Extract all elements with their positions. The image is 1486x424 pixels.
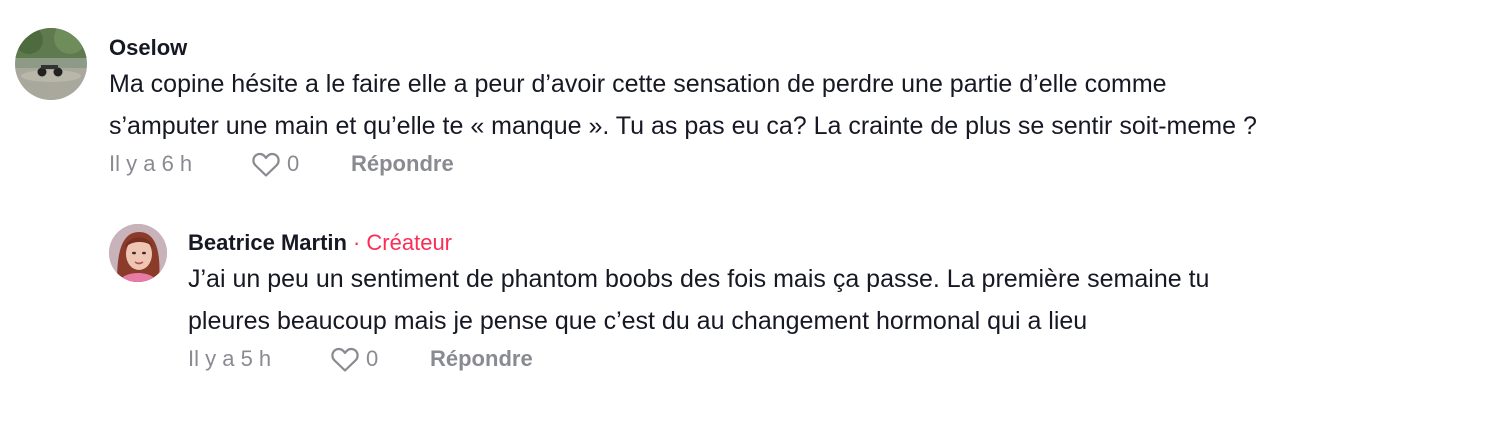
reply-item: Beatrice Martin · Créateur J’ai un peu un…	[109, 224, 1209, 376]
avatar-image	[109, 224, 167, 282]
like-count: 0	[287, 151, 300, 176]
comment-time: Il y a 5 h	[188, 346, 272, 371]
avatar[interactable]	[109, 224, 167, 282]
comment-body: Oselow Ma copine hésite a le faire elle …	[109, 35, 1257, 181]
username[interactable]: Beatrice Martin	[188, 230, 347, 255]
comment-header: Oselow	[109, 35, 1257, 61]
comment-time: Il y a 6 h	[109, 151, 193, 176]
comment-text: Ma copine hésite a le faire elle a peur …	[109, 70, 1257, 140]
comment-header: Beatrice Martin · Créateur	[188, 230, 1209, 256]
like-button[interactable]: 0	[330, 345, 430, 373]
comment-body: Beatrice Martin · Créateur J’ai un peu un…	[188, 230, 1209, 376]
separator-dot: ·	[352, 230, 361, 255]
like-button[interactable]: 0	[251, 150, 351, 178]
comment-meta: Il y a 5 h 0 Répondre	[188, 342, 1209, 376]
reply-button[interactable]: Répondre	[430, 346, 533, 372]
reply-button[interactable]: Répondre	[351, 151, 454, 177]
comment-meta: Il y a 6 h 0 Répondre	[109, 147, 1257, 181]
avatar[interactable]	[15, 28, 87, 100]
creator-badge: Créateur	[366, 230, 452, 255]
heart-outline-icon	[331, 347, 359, 372]
comment-item: Oselow Ma copine hésite a le faire elle …	[15, 28, 1257, 181]
heart-outline-icon	[252, 152, 280, 177]
username[interactable]: Oselow	[109, 35, 187, 60]
avatar-image	[15, 28, 87, 100]
comment-text: J’ai un peu un sentiment de phantom boob…	[188, 265, 1210, 335]
like-count: 0	[366, 346, 379, 371]
